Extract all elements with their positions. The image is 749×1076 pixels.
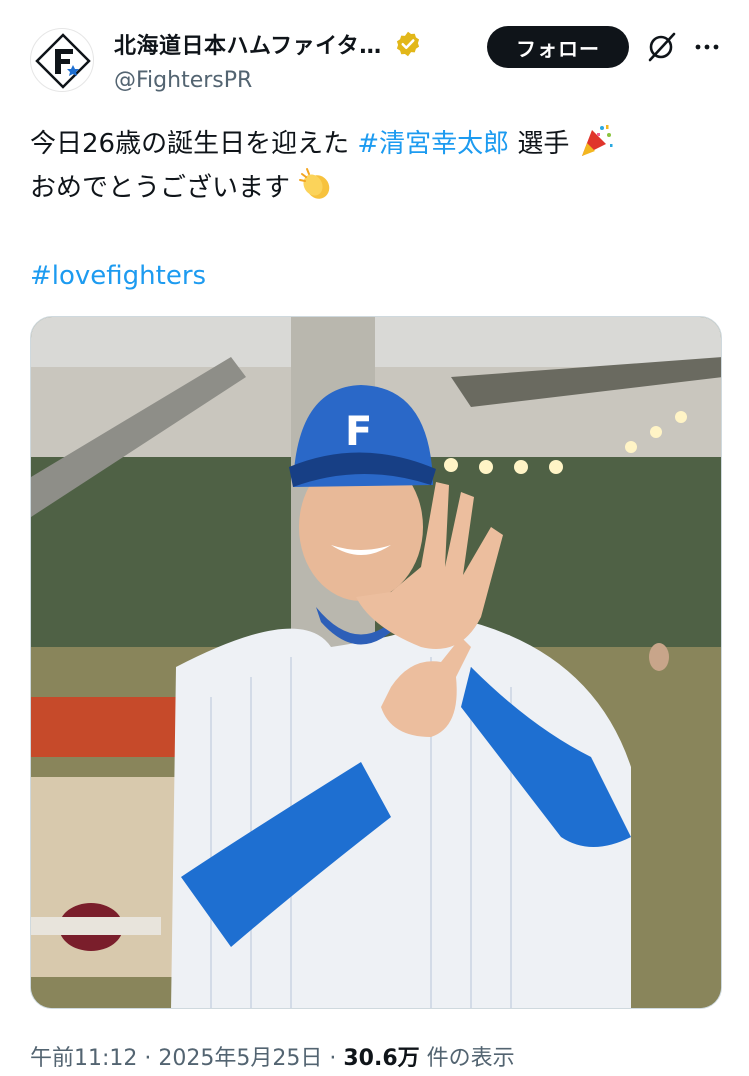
post-photo[interactable]: F	[30, 316, 722, 1009]
post-line-1: 今日26歳の誕生日を迎えた #清宮幸太郎 選手	[30, 122, 720, 166]
sep-1: ·	[137, 1046, 159, 1071]
post-text-2: おめでとうございます	[30, 173, 291, 203]
gold-verified-icon	[396, 31, 419, 57]
name-row: 北海道日本ハムファイタ…	[114, 28, 422, 60]
display-name[interactable]: 北海道日本ハムファイタ…	[114, 28, 382, 60]
view-count: 30.6万	[343, 1046, 420, 1071]
hashtag-lovefighters[interactable]: #lovefighters	[30, 261, 206, 291]
follow-button[interactable]: フォロー	[487, 26, 629, 68]
photo-illustration: F	[31, 317, 721, 1008]
post-text: 今日26歳の誕生日を迎えた #清宮幸太郎 選手 おめでとうございます #love…	[30, 122, 720, 298]
clapping-hands-icon	[299, 168, 330, 199]
fighters-f-logo-icon[interactable]	[30, 28, 94, 92]
post-header: 北海道日本ハムファイタ… @FightersPR フォロー	[30, 22, 720, 100]
post-text-1: 今日26歳の誕生日を迎えた	[30, 129, 358, 159]
grok-icon[interactable]	[644, 30, 678, 64]
post-text-1-suffix: 選手	[509, 129, 570, 159]
post-date[interactable]: 2025年5月25日	[158, 1046, 322, 1071]
post-line-hashtag: #lovefighters	[30, 254, 720, 298]
post-line-2: おめでとうございます	[30, 166, 720, 210]
handle[interactable]: @FightersPR	[114, 68, 252, 93]
more-icon[interactable]	[692, 32, 722, 62]
hashtag-kiyomiya[interactable]: #清宮幸太郎	[357, 129, 509, 159]
view-label: 件の表示	[419, 1046, 515, 1071]
sep-2: ·	[322, 1046, 344, 1071]
party-popper-icon	[581, 125, 613, 156]
post-meta: 午前11:12 · 2025年5月25日 · 30.6万 件の表示	[30, 1040, 515, 1072]
cap-logo: F	[345, 409, 372, 455]
post-time[interactable]: 午前11:12	[30, 1046, 137, 1071]
